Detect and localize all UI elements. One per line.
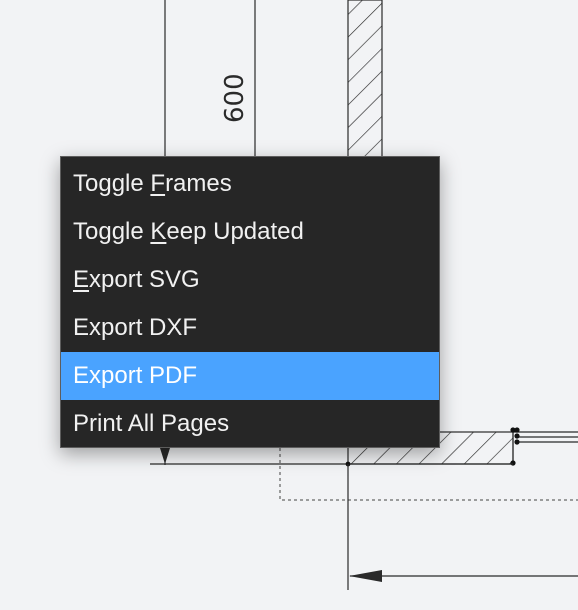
menu-item-mnemonic: E — [73, 266, 90, 293]
menu-item-label-rest: xport SVG — [89, 266, 200, 293]
menu-item-print-all-pages[interactable]: Print All Pages — [61, 400, 439, 448]
menu-item-export-dxf[interactable]: Export DXF — [61, 304, 439, 352]
dimension-arrow — [349, 570, 382, 582]
vertex-marker[interactable] — [510, 460, 516, 466]
menu-item-label: Export PDF — [73, 362, 198, 389]
menu-item-label: Toggle — [73, 170, 151, 197]
menu-item-export-svg[interactable]: Export SVG — [61, 256, 439, 304]
menu-item-label: Toggle — [73, 218, 151, 245]
dimension-arrow — [160, 448, 170, 464]
menu-item-toggle-frames[interactable]: Toggle Frames — [61, 160, 439, 208]
vertex-marker[interactable] — [514, 439, 520, 445]
vertex-marker[interactable] — [514, 433, 520, 439]
menu-item-label: Print All Pages — [73, 410, 230, 437]
menu-item-export-pdf[interactable]: Export PDF — [61, 352, 439, 400]
dimension-label: 600 — [220, 73, 250, 123]
hatched-wall-vertical — [347, 0, 383, 161]
menu-item-mnemonic: F — [150, 170, 166, 197]
menu-item-label-rest: eep Updated — [166, 218, 304, 245]
menu-item-mnemonic: K — [150, 218, 167, 245]
menu-item-label: Export DXF — [73, 314, 198, 341]
context-menu: Toggle Frames Toggle Keep Updated Export S… — [60, 156, 440, 448]
menu-item-label-rest: rames — [165, 170, 232, 197]
menu-item-toggle-keep-updated[interactable]: Toggle Keep Updated — [61, 208, 439, 256]
vertex-marker[interactable] — [514, 427, 520, 433]
